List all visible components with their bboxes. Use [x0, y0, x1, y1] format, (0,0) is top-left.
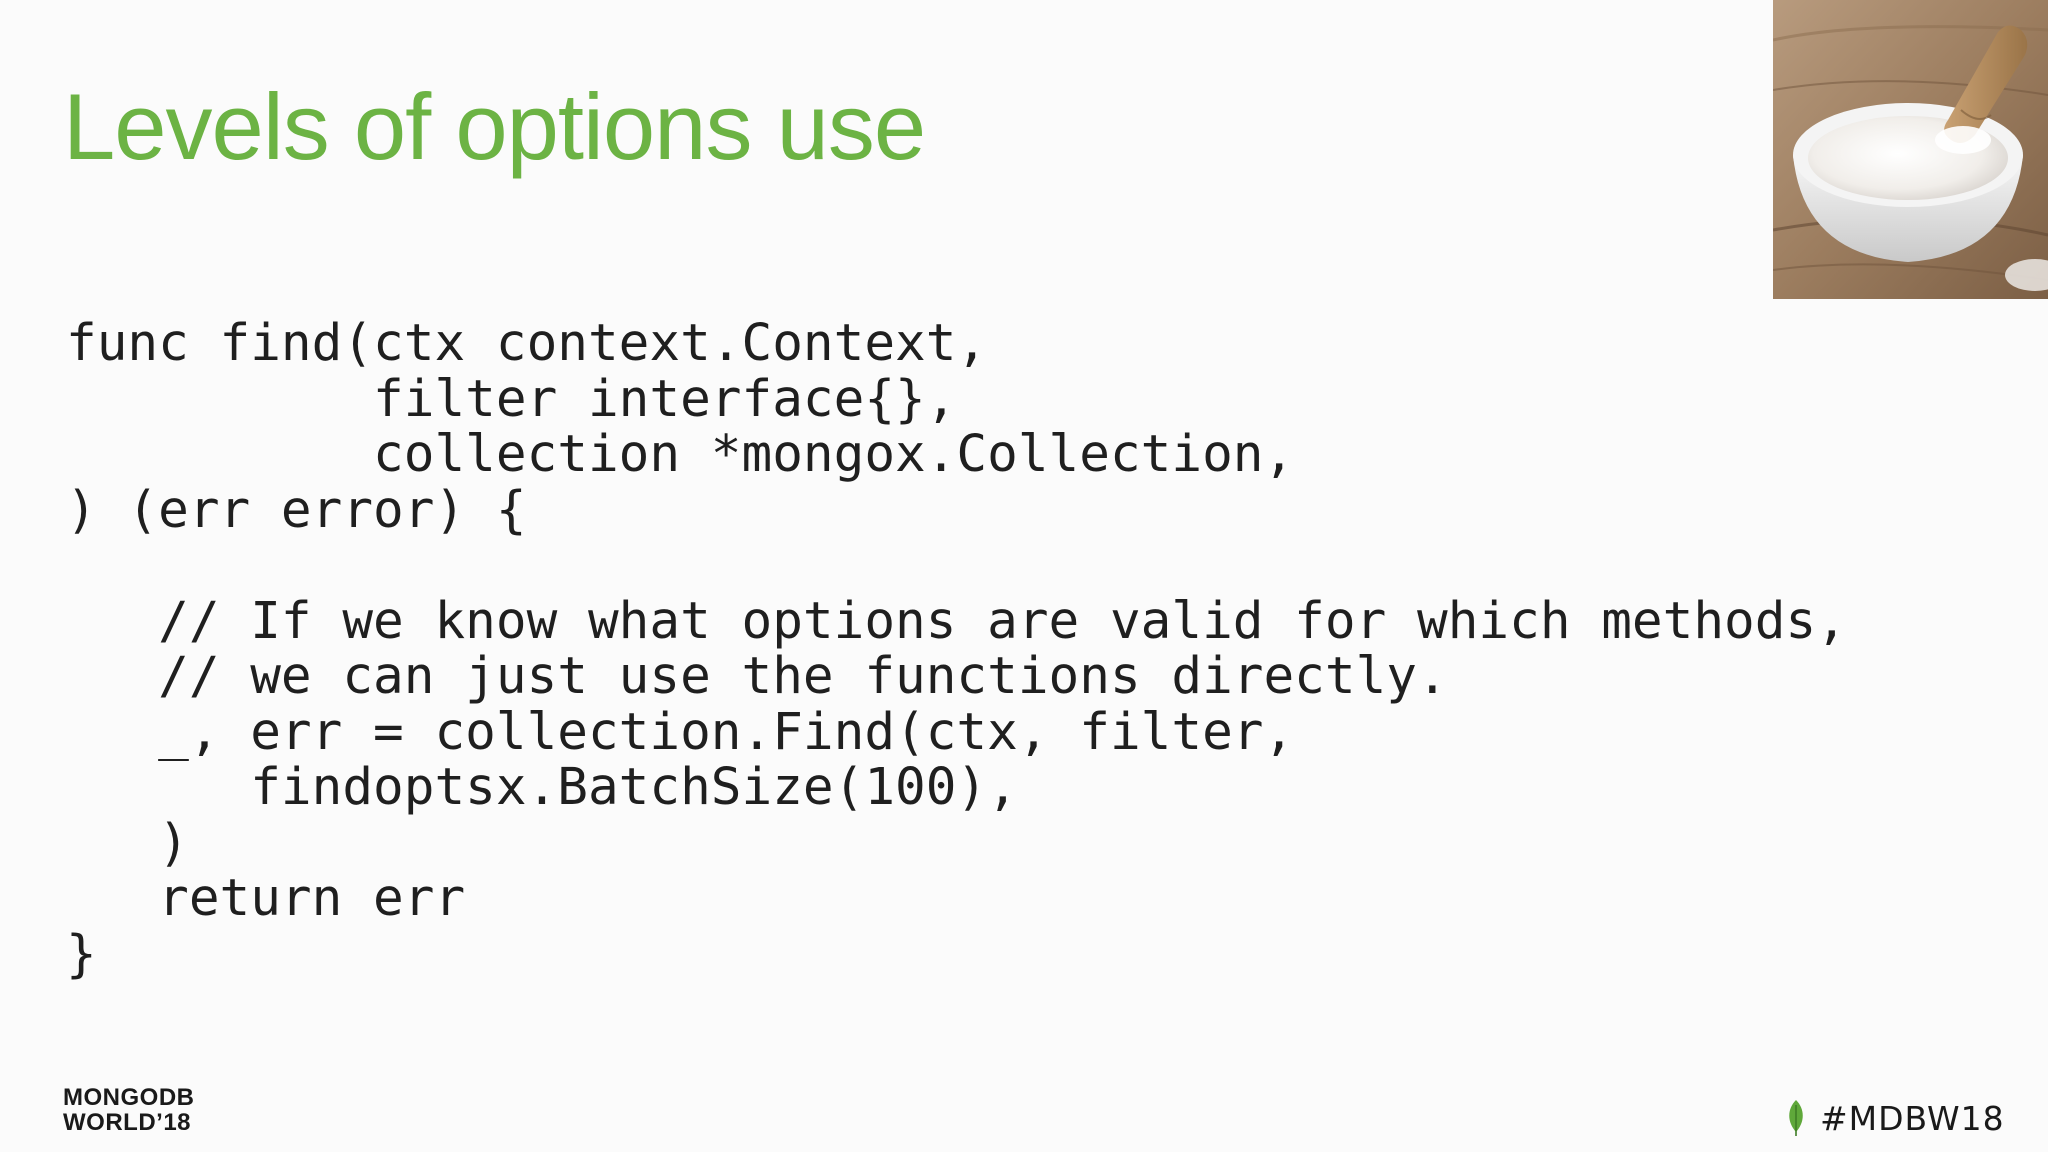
code-line: ) (err error) { [66, 480, 527, 540]
slide: Levels of options use func find(ctx cont… [0, 0, 2048, 1152]
slide-title: Levels of options use [63, 74, 926, 179]
logo-line-2: WORLD’18 [63, 1109, 192, 1136]
code-line: func find(ctx context.Context, [66, 314, 988, 373]
mongodb-world-logo: MONGODB WORLD’18 [63, 1085, 195, 1135]
baking-soda-photo [1773, 0, 2048, 299]
code-line: // If we know what options are valid for… [66, 591, 1847, 651]
event-hashtag: #MDBW18 [1786, 1098, 2005, 1138]
code-line: return err [66, 869, 466, 928]
code-line: // we can just use the functions directl… [66, 647, 1448, 706]
mongodb-leaf-icon [1789, 1100, 1803, 1136]
code-line: findoptsx.BatchSize(100), [66, 758, 1018, 817]
code-line: filter interface{}, [66, 369, 957, 429]
code-line: } [66, 924, 97, 984]
code-line: collection *mongox.Collection, [66, 425, 1295, 484]
code-line: ) [66, 813, 189, 873]
code-snippet: func find(ctx context.Context, filter in… [66, 316, 1847, 982]
code-line: _, err = collection.Find(ctx, filter, [66, 702, 1295, 762]
logo-line-1: MONGODB [63, 1084, 195, 1111]
hashtag-text: #MDBW18 [1820, 1098, 2005, 1138]
